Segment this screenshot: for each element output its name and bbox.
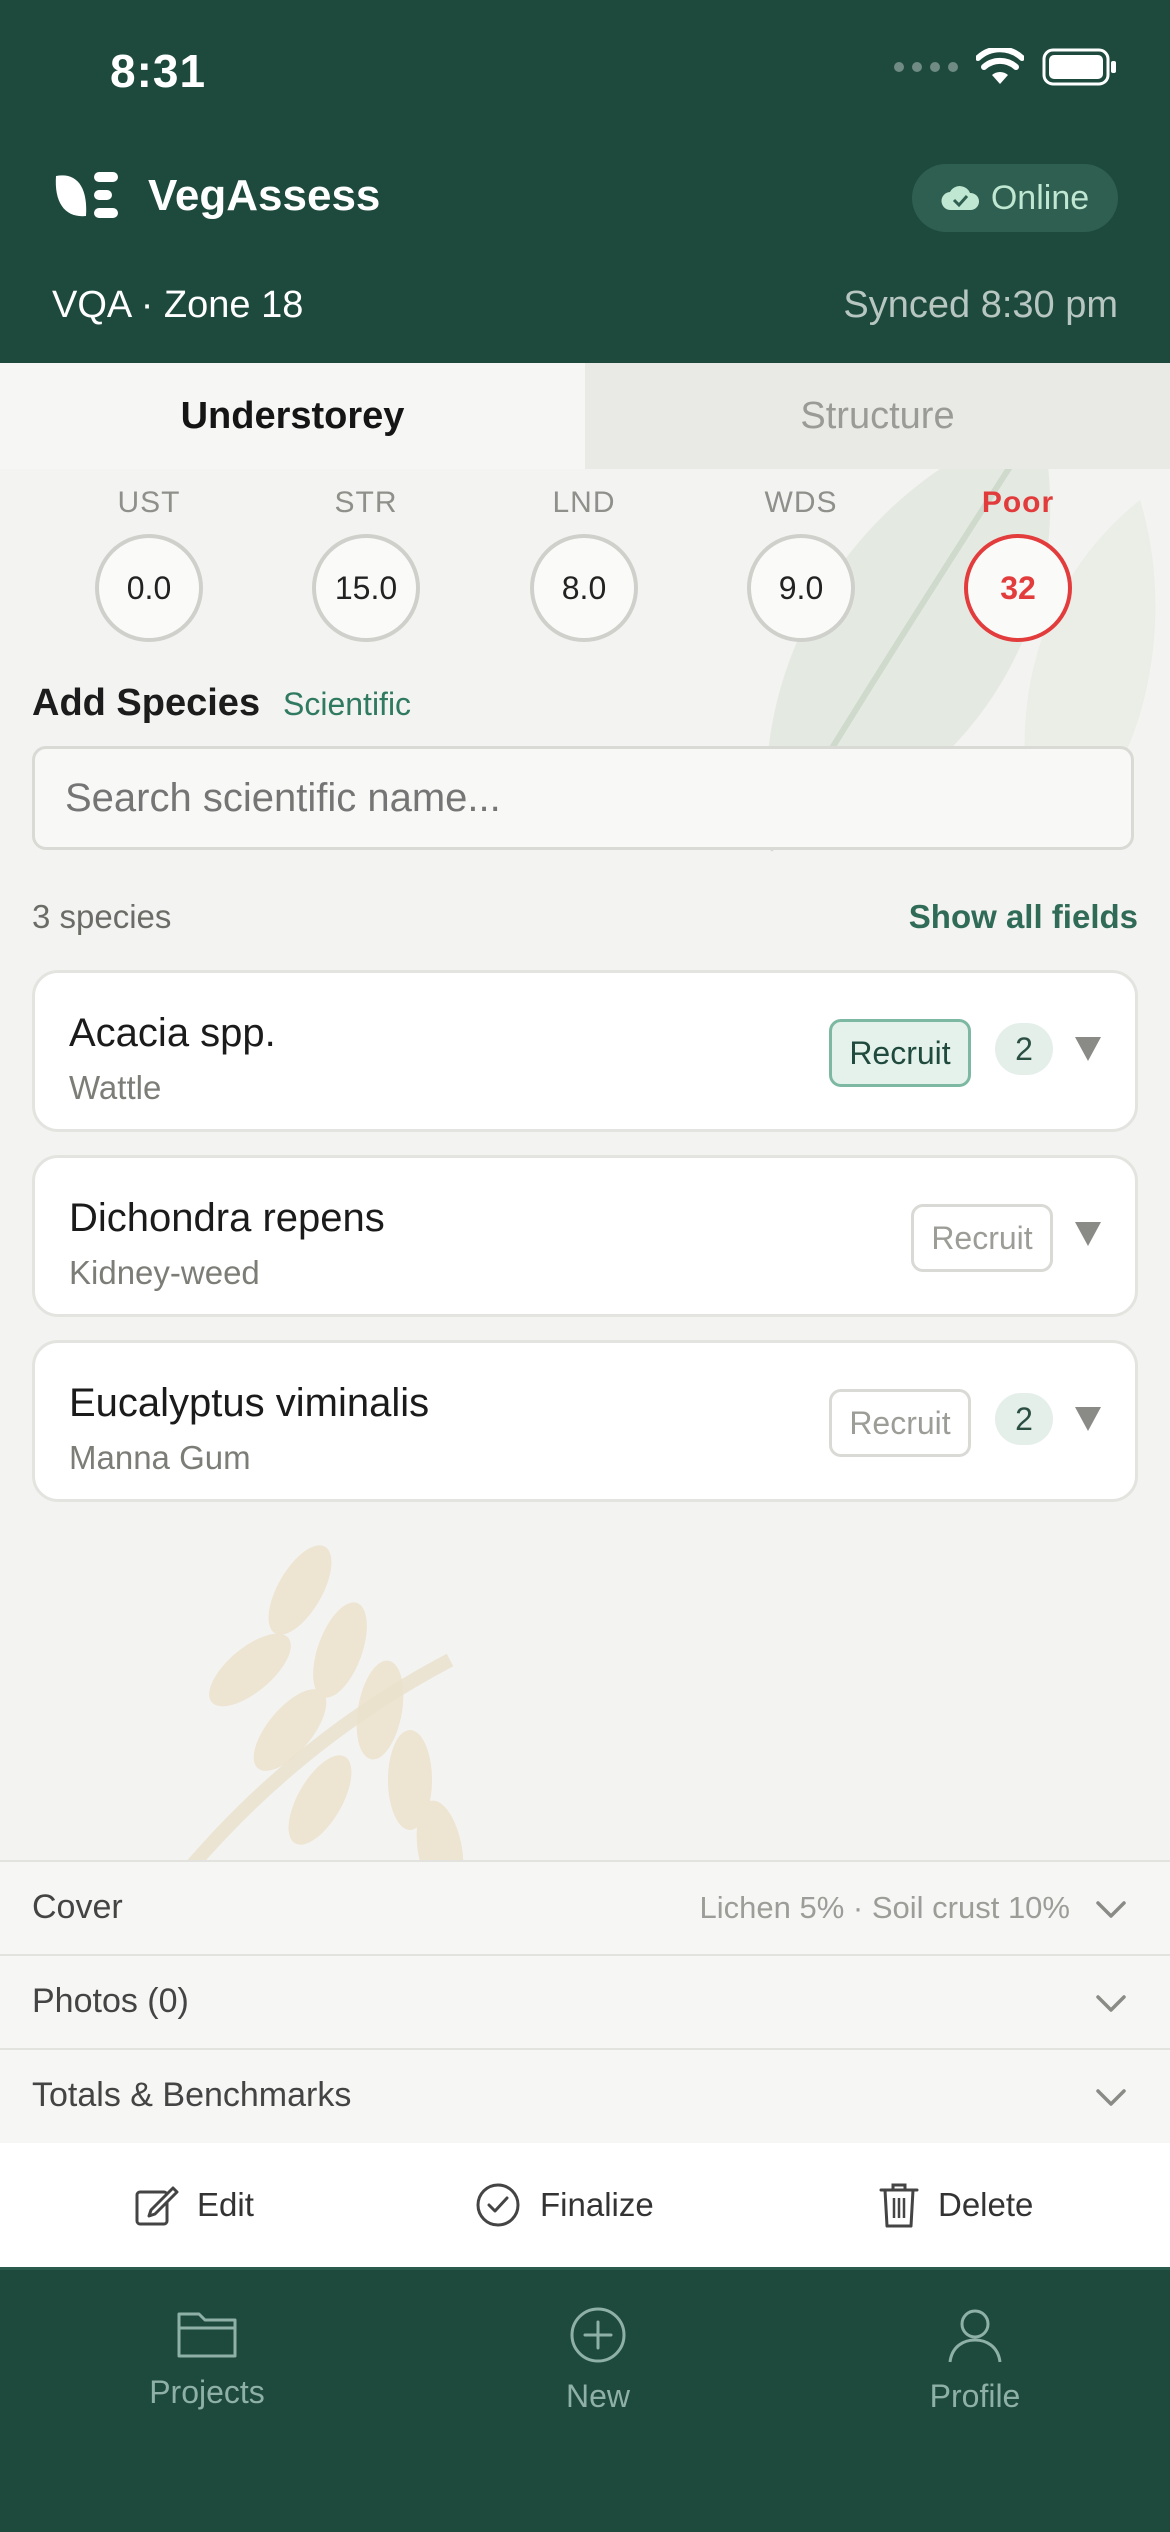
- nav-new[interactable]: New: [488, 2306, 708, 2415]
- recruit-toggle[interactable]: Recruit: [829, 1389, 971, 1457]
- score-str: STR 15.0: [301, 486, 431, 642]
- accordion-title: Photos (0): [32, 1982, 189, 2020]
- species-common-name: Manna Gum: [69, 1439, 251, 1476]
- species-scientific-name: Dichondra repens: [69, 1196, 385, 1240]
- online-label: Online: [990, 178, 1090, 217]
- count-badge: 2: [995, 1023, 1053, 1075]
- tab-structure[interactable]: Structure: [585, 363, 1170, 469]
- species-common-name: Wattle: [69, 1069, 162, 1106]
- show-all-fields-link[interactable]: Show all fields: [909, 898, 1138, 936]
- score-total: Poor 32: [953, 486, 1083, 642]
- status-icons: [894, 48, 1118, 86]
- expand-caret-icon[interactable]: [1075, 1222, 1101, 1246]
- brand: VegAssess: [52, 168, 380, 224]
- score-label: LND: [552, 486, 616, 519]
- status-time: 8:31: [110, 45, 207, 97]
- chevron-down-icon: [1096, 2089, 1126, 2106]
- chevron-down-icon: [1096, 1995, 1126, 2012]
- chevron-down-icon: [1096, 1901, 1126, 1918]
- app-name: VegAssess: [148, 171, 381, 220]
- finalize-button[interactable]: Finalize: [474, 2143, 654, 2267]
- species-card[interactable]: Dichondra repens Kidney-weed Recruit: [32, 1155, 1138, 1317]
- score-rating-label: Poor: [981, 486, 1055, 519]
- nav-new-label: New: [565, 2378, 630, 2414]
- recruit-toggle[interactable]: Recruit: [829, 1019, 971, 1087]
- action-bar: Edit Finalize Delete: [0, 2143, 1170, 2267]
- tab-understorey[interactable]: Understorey: [0, 363, 585, 469]
- cloud-check-icon: [941, 186, 979, 211]
- score-value: 15.0: [312, 534, 420, 642]
- score-label: STR: [334, 486, 398, 519]
- delete-label: Delete: [938, 2186, 1034, 2223]
- species-search-input[interactable]: [32, 746, 1134, 850]
- battery-icon: [1042, 48, 1116, 86]
- expand-caret-icon[interactable]: [1075, 1037, 1101, 1061]
- accordion-title: Totals & Benchmarks: [32, 2076, 352, 2114]
- section-tabs: Understorey Structure: [0, 363, 1170, 469]
- nav-profile[interactable]: Profile: [865, 2306, 1085, 2415]
- online-status-badge[interactable]: Online: [912, 164, 1118, 232]
- score-lnd: LND 8.0: [519, 486, 649, 642]
- finalize-label: Finalize: [540, 2186, 654, 2223]
- edit-label: Edit: [197, 2186, 254, 2223]
- user-icon: [948, 2309, 1002, 2363]
- delete-button[interactable]: Delete: [878, 2143, 1033, 2267]
- score-value: 0.0: [95, 534, 203, 642]
- folder-icon: [177, 2312, 237, 2358]
- score-wds: WDS 9.0: [736, 486, 866, 642]
- trash-icon: [879, 2183, 919, 2228]
- score-label: WDS: [764, 486, 838, 519]
- name-mode-toggle[interactable]: Scientific: [283, 686, 411, 723]
- score-total-value: 32: [964, 534, 1072, 642]
- edit-button[interactable]: Edit: [133, 2143, 254, 2267]
- bottom-navigation: Projects New Profile: [0, 2267, 1170, 2532]
- nav-projects-label: Projects: [149, 2374, 265, 2410]
- app-logo-icon: [55, 172, 118, 218]
- score-ust: UST 0.0: [84, 486, 214, 642]
- recruit-toggle[interactable]: Recruit: [911, 1204, 1053, 1272]
- species-count: 3 species: [32, 898, 172, 935]
- wifi-icon: [976, 48, 1024, 84]
- accordion-title: Cover: [32, 1888, 123, 1926]
- score-value: 8.0: [530, 534, 638, 642]
- cover-accordion[interactable]: Cover Lichen 5% · Soil crust 10%: [0, 1860, 1170, 1954]
- plus-circle-icon: [570, 2307, 626, 2363]
- expand-caret-icon[interactable]: [1075, 1407, 1101, 1431]
- species-card[interactable]: Eucalyptus viminalis Manna Gum Recruit 2: [32, 1340, 1138, 1502]
- photos-accordion[interactable]: Photos (0): [0, 1954, 1170, 2048]
- add-species-heading: Add Species: [32, 682, 261, 724]
- count-badge: 2: [995, 1393, 1053, 1445]
- sync-status: Synced 8:30 pm: [843, 284, 1118, 326]
- species-card[interactable]: Acacia spp. Wattle Recruit 2: [32, 970, 1138, 1132]
- check-circle-icon: [476, 2183, 520, 2227]
- species-scientific-name: Eucalyptus viminalis: [69, 1381, 430, 1425]
- nav-projects[interactable]: Projects: [97, 2306, 317, 2411]
- score-value: 9.0: [747, 534, 855, 642]
- score-label: UST: [117, 486, 181, 519]
- score-summary: UST 0.0 STR 15.0 LND 8.0 WDS 9.0 Poor 32: [0, 486, 1170, 656]
- nav-profile-label: Profile: [929, 2378, 1021, 2414]
- species-common-name: Kidney-weed: [69, 1254, 260, 1291]
- accordion-summary: Lichen 5% · Soil crust 10%: [699, 1890, 1070, 1925]
- species-scientific-name: Acacia spp.: [69, 1011, 276, 1055]
- totals-accordion[interactable]: Totals & Benchmarks: [0, 2048, 1170, 2143]
- edit-icon: [135, 2186, 179, 2226]
- project-title: VQA · Zone 18: [52, 284, 304, 326]
- signal-icon: [894, 62, 958, 72]
- app-header: 8:31 VegAssess Online VQA · Zone 18 Sync…: [0, 0, 1170, 363]
